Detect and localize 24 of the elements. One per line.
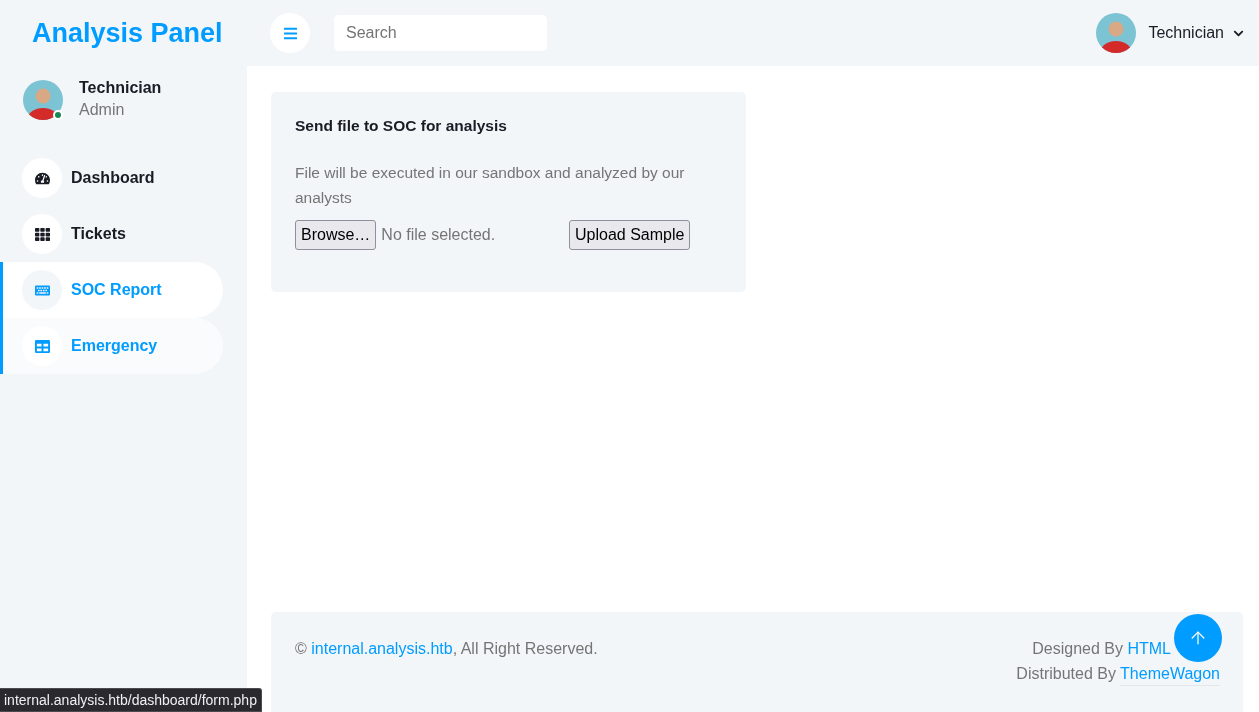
upload-sample-button[interactable]: Upload Sample xyxy=(569,220,691,250)
brand-title: Analysis Panel xyxy=(31,16,223,50)
gauge-icon xyxy=(22,158,62,198)
grid-icon xyxy=(22,214,62,254)
status-url-tooltip: internal.analysis.htb/dashboard/form.php xyxy=(0,688,262,712)
search-field[interactable]: Search xyxy=(334,15,547,51)
card-title: Send file to SOC for analysis xyxy=(295,116,508,136)
keyboard-icon xyxy=(22,270,62,310)
profile-role: Admin xyxy=(79,100,126,120)
card-description: File will be executed in our sandbox and analyzed by our analysts xyxy=(295,163,686,208)
copyright-text: © internal.analysis.htb, All Right Reserved. xyxy=(295,639,598,659)
file-status-text: No file selected. xyxy=(381,226,496,244)
profile-name: Technician xyxy=(79,78,162,98)
table-icon xyxy=(22,326,62,366)
user-menu-toggle[interactable]: Technician xyxy=(1148,24,1244,42)
sidebar-nav-item[interactable]: Tickets xyxy=(0,206,223,262)
topbar-avatar-icon xyxy=(1096,13,1137,53)
user-avatar-icon xyxy=(23,80,63,120)
browse-button[interactable]: Browse… xyxy=(295,220,377,250)
designed-by-text: Designed By HTML xyxy=(1032,639,1171,659)
menu-toggle-button[interactable] xyxy=(270,13,310,53)
menu-icon xyxy=(282,25,298,41)
distributed-by-text: Distributed By ThemeWagon xyxy=(1016,661,1220,686)
sidebar-nav-item[interactable]: Dashboard xyxy=(0,150,223,206)
